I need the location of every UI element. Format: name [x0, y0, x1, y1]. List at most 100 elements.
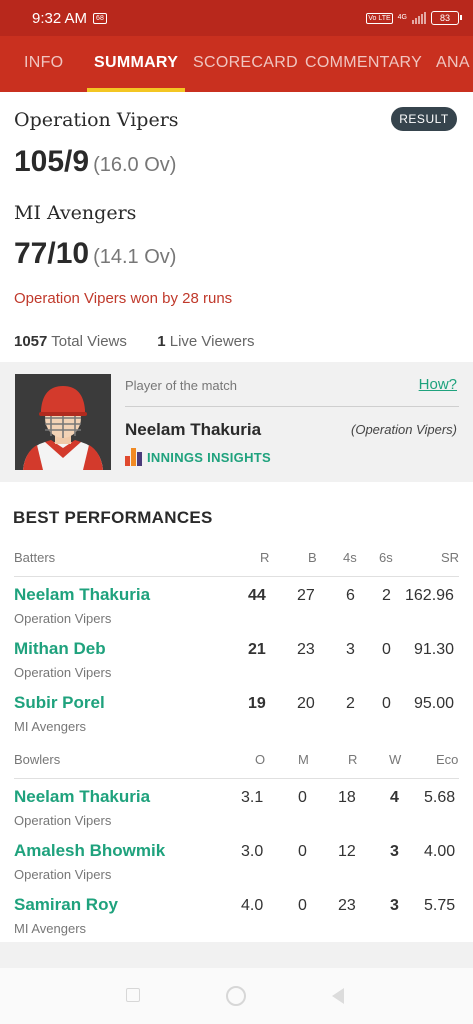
- signal-icon: [412, 12, 426, 24]
- batter-sixes: 0: [382, 695, 391, 712]
- pom-player-name: Neelam Thakuria: [125, 420, 262, 439]
- tab-info[interactable]: INFO: [24, 36, 63, 92]
- match-result: Operation Vipers won by 28 runs: [14, 290, 233, 307]
- tab-indicator: [87, 88, 185, 92]
- tab-bar: INFO SUMMARY SCORECARD COMMENTARY ANA: [0, 36, 473, 92]
- bowler-team: Operation Vipers: [14, 813, 112, 828]
- col-4s: 4s: [343, 550, 357, 565]
- network-type: 4G: [397, 14, 407, 21]
- pom-player-team: (Operation Vipers): [351, 422, 457, 437]
- team-1-runs: 105/9: [14, 145, 90, 178]
- result-button[interactable]: RESULT: [391, 107, 457, 131]
- bowler-name[interactable]: Samiran Roy: [14, 895, 118, 915]
- live-viewers-count: 1: [157, 333, 166, 350]
- col-sr: SR: [441, 550, 460, 565]
- batter-balls: 23: [297, 641, 315, 658]
- batter-balls: 20: [297, 695, 315, 712]
- section-spacer: [0, 942, 473, 968]
- batter-fours: 3: [346, 641, 355, 658]
- batter-strike-rate: 162.96: [405, 587, 454, 604]
- batter-row[interactable]: Subir Porel MI Avengers 19 20 2 0 95.00: [0, 693, 473, 745]
- bowler-name[interactable]: Amalesh Bhowmik: [14, 841, 165, 861]
- batter-strike-rate: 91.30: [414, 641, 455, 658]
- bowler-wickets: 3: [390, 843, 399, 860]
- batter-team: Operation Vipers: [14, 611, 112, 626]
- divider: [14, 778, 459, 779]
- batter-team: MI Avengers: [14, 719, 87, 734]
- team-1-score: 105/9 (16.0 Ov): [14, 145, 176, 179]
- team-2-score: 77/10 (14.1 Ov): [14, 237, 176, 271]
- team-2-overs: (14.1 Ov): [93, 246, 177, 268]
- batter-runs: 19: [248, 695, 266, 712]
- bowlers-header: Bowlers O M R W Eco: [0, 752, 473, 772]
- bowlers-label: Bowlers: [14, 752, 61, 767]
- tab-analysis[interactable]: ANA: [436, 36, 470, 92]
- battery-icon: 83: [431, 11, 462, 25]
- col-6s: 6s: [379, 550, 393, 565]
- best-performances-title: BEST PERFORMANCES: [13, 508, 213, 527]
- pom-divider: [125, 406, 459, 407]
- bowler-team: MI Avengers: [14, 921, 87, 936]
- bowler-maidens: 0: [298, 897, 307, 914]
- bowler-maidens: 0: [298, 789, 307, 806]
- bowler-maidens: 0: [298, 843, 307, 860]
- col-b: B: [308, 550, 317, 565]
- team-1-name: Operation Vipers: [14, 109, 179, 131]
- col-m: M: [298, 752, 309, 767]
- system-nav-bar: [0, 968, 473, 1024]
- volte-badge: Vo LTE: [366, 12, 393, 24]
- team-2-name: MI Avengers: [14, 202, 137, 224]
- col-o: O: [255, 752, 266, 767]
- nav-back-icon[interactable]: [332, 988, 344, 1004]
- batter-row[interactable]: Mithan Deb Operation Vipers 21 23 3 0 91…: [0, 639, 473, 691]
- bowler-runs: 12: [338, 843, 356, 860]
- batters-header: Batters R B 4s 6s SR: [0, 550, 473, 570]
- bowler-economy: 5.68: [424, 789, 456, 806]
- bowler-overs: 4.0: [241, 897, 264, 914]
- batter-name[interactable]: Subir Porel: [14, 693, 105, 713]
- bowler-runs: 18: [338, 789, 356, 806]
- how-link[interactable]: How?: [419, 376, 457, 393]
- batter-runs: 44: [248, 587, 266, 604]
- batter-row[interactable]: Neelam Thakuria Operation Vipers 44 27 6…: [0, 585, 473, 637]
- views-count: 1057 Total Views 1 Live Viewers: [14, 333, 255, 350]
- nav-home-icon[interactable]: [226, 986, 246, 1006]
- divider: [14, 576, 459, 577]
- bowler-team: Operation Vipers: [14, 867, 112, 882]
- batter-sixes: 2: [382, 587, 391, 604]
- innings-insights-button[interactable]: INNINGS INSIGHTS: [125, 448, 271, 466]
- col-r: R: [260, 550, 270, 565]
- tab-commentary[interactable]: COMMENTARY: [305, 36, 422, 92]
- batter-strike-rate: 95.00: [414, 695, 455, 712]
- sim-icon: 68: [93, 12, 107, 24]
- insights-bars-icon: [125, 448, 142, 466]
- team-1-overs: (16.0 Ov): [93, 154, 177, 176]
- batter-name[interactable]: Mithan Deb: [14, 639, 106, 659]
- batter-fours: 6: [346, 587, 355, 604]
- nav-recents-icon[interactable]: [126, 988, 140, 1002]
- col-r: R: [348, 752, 358, 767]
- bowler-economy: 4.00: [424, 843, 456, 860]
- bowler-row[interactable]: Neelam Thakuria Operation Vipers 3.1 0 1…: [0, 787, 473, 839]
- status-icons: Vo LTE 4G 83: [366, 11, 462, 25]
- total-views-label: Total Views: [51, 333, 127, 350]
- bowler-name[interactable]: Neelam Thakuria: [14, 787, 150, 807]
- batter-team: Operation Vipers: [14, 665, 112, 680]
- live-viewers-label: Live Viewers: [169, 333, 255, 350]
- bowler-runs: 23: [338, 897, 356, 914]
- bowler-economy: 5.75: [424, 897, 456, 914]
- bowler-overs: 3.0: [241, 843, 264, 860]
- bowler-row[interactable]: Samiran Roy MI Avengers 4.0 0 23 3 5.75: [0, 895, 473, 947]
- player-of-match-card[interactable]: Player of the match How? Neelam Thakuria…: [0, 362, 473, 482]
- batter-sixes: 0: [382, 641, 391, 658]
- total-views-count: 1057: [14, 333, 48, 350]
- batter-name[interactable]: Neelam Thakuria: [14, 585, 150, 605]
- bowler-wickets: 4: [390, 789, 399, 806]
- batters-label: Batters: [14, 550, 56, 565]
- tab-scorecard[interactable]: SCORECARD: [193, 36, 298, 92]
- player-avatar: [15, 374, 111, 470]
- bowler-row[interactable]: Amalesh Bhowmik Operation Vipers 3.0 0 1…: [0, 841, 473, 893]
- batter-balls: 27: [297, 587, 315, 604]
- bowler-overs: 3.1: [241, 789, 264, 806]
- tab-summary[interactable]: SUMMARY: [94, 36, 178, 92]
